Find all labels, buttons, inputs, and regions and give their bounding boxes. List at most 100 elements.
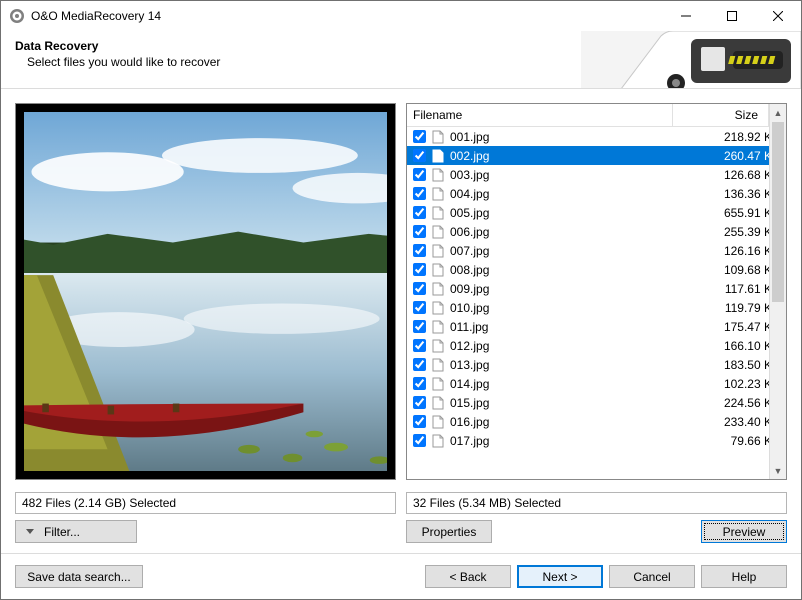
file-icon [430, 243, 446, 259]
left-status: 482 Files (2.14 GB) Selected [15, 492, 396, 514]
column-filename[interactable]: Filename [407, 104, 673, 126]
table-row[interactable]: 006.jpg255.39 KB [407, 222, 786, 241]
file-icon [430, 414, 446, 430]
file-name: 006.jpg [450, 225, 690, 239]
table-row[interactable]: 017.jpg79.66 KB [407, 431, 786, 450]
file-name: 004.jpg [450, 187, 690, 201]
row-checkbox[interactable] [413, 149, 426, 162]
file-name: 013.jpg [450, 358, 690, 372]
file-icon [430, 148, 446, 164]
file-name: 010.jpg [450, 301, 690, 315]
header-graphic [581, 31, 801, 89]
filter-button[interactable]: Filter... [15, 520, 137, 543]
right-panel: Filename Size 001.jpg218.92 KB002.jpg260… [406, 103, 787, 553]
scrollbar[interactable]: ▲ ▼ [769, 104, 786, 479]
next-button[interactable]: Next > [517, 565, 603, 588]
scroll-thumb[interactable] [772, 122, 784, 302]
row-checkbox[interactable] [413, 415, 426, 428]
content-area: 482 Files (2.14 GB) Selected Filter... F… [1, 89, 801, 553]
file-icon [430, 357, 446, 373]
table-row[interactable]: 008.jpg109.68 KB [407, 260, 786, 279]
cancel-button[interactable]: Cancel [609, 565, 695, 588]
row-checkbox[interactable] [413, 320, 426, 333]
window-title: O&O MediaRecovery 14 [31, 9, 663, 23]
page-subtitle: Select files you would like to recover [27, 55, 220, 69]
file-name: 002.jpg [450, 149, 690, 163]
file-icon [430, 186, 446, 202]
row-checkbox[interactable] [413, 358, 426, 371]
row-checkbox[interactable] [413, 301, 426, 314]
row-checkbox[interactable] [413, 377, 426, 390]
app-icon [9, 8, 25, 24]
file-icon [430, 300, 446, 316]
file-icon [430, 224, 446, 240]
file-icon [430, 433, 446, 449]
row-checkbox[interactable] [413, 244, 426, 257]
file-name: 016.jpg [450, 415, 690, 429]
filter-label: Filter... [44, 525, 80, 539]
file-name: 015.jpg [450, 396, 690, 410]
row-checkbox[interactable] [413, 187, 426, 200]
file-list-header[interactable]: Filename Size [407, 104, 786, 127]
file-icon [430, 205, 446, 221]
table-row[interactable]: 009.jpg117.61 KB [407, 279, 786, 298]
wizard-header: Data Recovery Select files you would lik… [1, 31, 801, 89]
file-name: 017.jpg [450, 434, 690, 448]
preview-image [24, 112, 387, 471]
close-button[interactable] [755, 1, 801, 31]
maximize-button[interactable] [709, 1, 755, 31]
file-name: 003.jpg [450, 168, 690, 182]
table-row[interactable]: 010.jpg119.79 KB [407, 298, 786, 317]
file-icon [430, 395, 446, 411]
table-row[interactable]: 011.jpg175.47 KB [407, 317, 786, 336]
file-icon [430, 319, 446, 335]
row-checkbox[interactable] [413, 434, 426, 447]
table-row[interactable]: 016.jpg233.40 KB [407, 412, 786, 431]
file-name: 001.jpg [450, 130, 690, 144]
column-size[interactable]: Size [673, 104, 769, 126]
back-button[interactable]: < Back [425, 565, 511, 588]
row-checkbox[interactable] [413, 263, 426, 276]
table-row[interactable]: 013.jpg183.50 KB [407, 355, 786, 374]
file-icon [430, 262, 446, 278]
wizard-footer: Save data search... < Back Next > Cancel… [1, 553, 801, 599]
row-checkbox[interactable] [413, 130, 426, 143]
save-data-search-button[interactable]: Save data search... [15, 565, 143, 588]
row-checkbox[interactable] [413, 168, 426, 181]
title-bar: O&O MediaRecovery 14 [1, 1, 801, 31]
chevron-down-icon [26, 529, 34, 534]
minimize-button[interactable] [663, 1, 709, 31]
file-icon [430, 376, 446, 392]
row-checkbox[interactable] [413, 282, 426, 295]
table-row[interactable]: 007.jpg126.16 KB [407, 241, 786, 260]
file-list[interactable]: Filename Size 001.jpg218.92 KB002.jpg260… [406, 103, 787, 480]
table-row[interactable]: 015.jpg224.56 KB [407, 393, 786, 412]
preview-frame [15, 103, 396, 480]
row-checkbox[interactable] [413, 225, 426, 238]
table-row[interactable]: 004.jpg136.36 KB [407, 184, 786, 203]
file-name: 005.jpg [450, 206, 690, 220]
row-checkbox[interactable] [413, 339, 426, 352]
scroll-up-icon[interactable]: ▲ [770, 104, 786, 121]
app-window: O&O MediaRecovery 14 Data Recovery Selec… [0, 0, 802, 600]
file-name: 009.jpg [450, 282, 690, 296]
file-name: 008.jpg [450, 263, 690, 277]
table-row[interactable]: 014.jpg102.23 KB [407, 374, 786, 393]
table-row[interactable]: 005.jpg655.91 KB [407, 203, 786, 222]
file-name: 011.jpg [450, 320, 690, 334]
file-icon [430, 129, 446, 145]
help-button[interactable]: Help [701, 565, 787, 588]
table-row[interactable]: 001.jpg218.92 KB [407, 127, 786, 146]
preview-button[interactable]: Preview [701, 520, 787, 543]
file-list-body[interactable]: 001.jpg218.92 KB002.jpg260.47 KB003.jpg1… [407, 127, 786, 479]
file-name: 007.jpg [450, 244, 690, 258]
row-checkbox[interactable] [413, 206, 426, 219]
file-icon [430, 167, 446, 183]
file-icon [430, 281, 446, 297]
table-row[interactable]: 003.jpg126.68 KB [407, 165, 786, 184]
properties-button[interactable]: Properties [406, 520, 492, 543]
table-row[interactable]: 012.jpg166.10 KB [407, 336, 786, 355]
scroll-down-icon[interactable]: ▼ [770, 462, 786, 479]
table-row[interactable]: 002.jpg260.47 KB [407, 146, 786, 165]
row-checkbox[interactable] [413, 396, 426, 409]
